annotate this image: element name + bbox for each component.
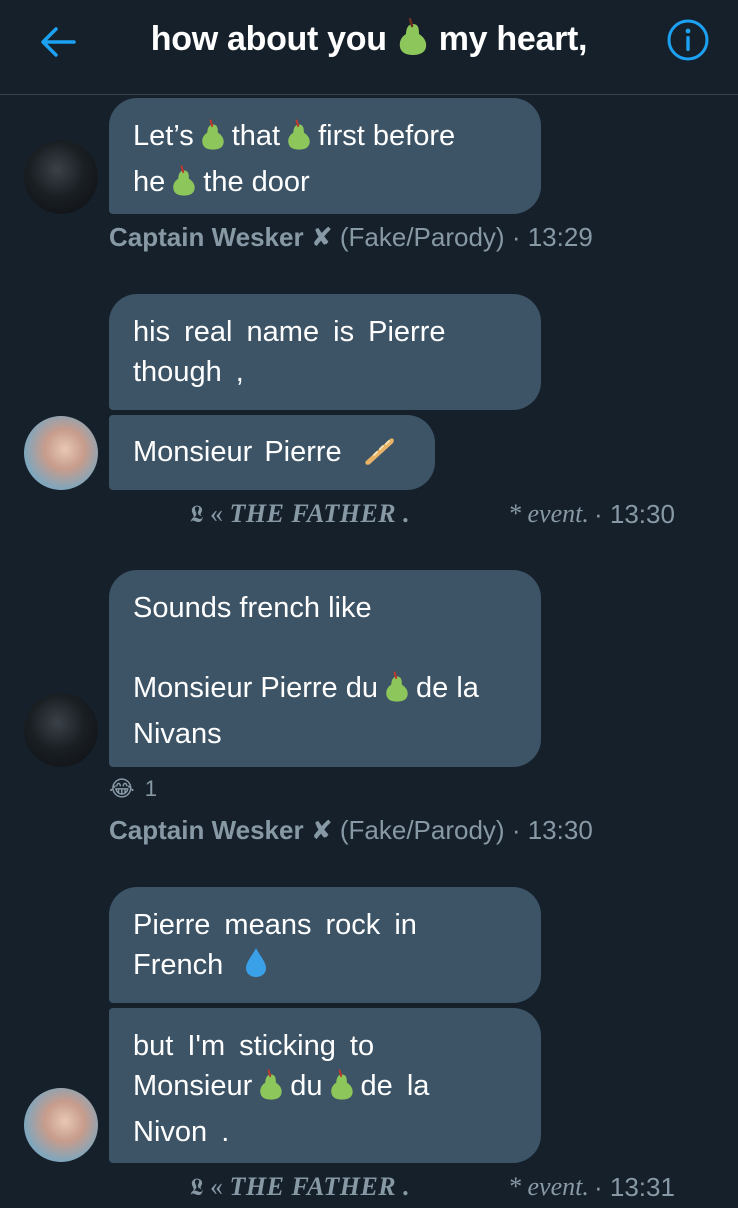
sender-name[interactable]: Captain Wesker [109,815,304,845]
message-text: the door [203,166,310,198]
emblem-icon: 𝕷 [190,502,205,528]
sender-tag: (Fake/Parody) [339,222,505,252]
message-text: but I'm sticking to [133,1030,375,1062]
quote-mark: « [210,1172,224,1201]
reaction-count: 1 [144,776,157,801]
emblem-icon: 𝕷 [190,1175,205,1201]
message-text: Monsieur Pierre [133,436,342,468]
message-text: de la [360,1070,430,1102]
message-text: he [133,166,166,198]
info-button[interactable] [664,16,712,64]
message-bubble[interactable]: his real name is Pierre though , [109,294,541,410]
sender-name[interactable]: Captain Wesker [109,222,304,252]
pear-icon [329,1069,355,1112]
title-part-1: how about you [150,20,387,58]
message-text: Nivon . [133,1116,230,1148]
message-bubble[interactable]: Let’s that first before he the door [109,98,541,214]
sender-name-text: THE FATHER . [229,1172,411,1201]
message-text: de la [416,672,479,704]
timestamp: · 13:30 [511,815,593,845]
message-text: Nivans [133,718,222,750]
pear-icon [200,119,226,162]
sender-name[interactable]: 𝕷 «THE FATHER . [190,499,410,529]
pear-icon [397,17,429,70]
baguette-icon [362,435,396,476]
message-text: Pierre means rock in [133,909,417,941]
sender-name[interactable]: 𝕷 «THE FATHER . [190,1172,410,1202]
conversation-title: how about you my heart, [0,14,738,70]
message-text: that [231,120,281,152]
avatar-the-father[interactable] [24,416,98,490]
message-text: du [290,1070,323,1102]
cross-badge-icon: ✘ [310,815,333,845]
message-meta: Captain Wesker ✘ (Fake/Parody) · 13:29 [109,222,593,253]
pear-icon [384,671,410,714]
pear-icon [171,165,197,208]
pear-icon [286,119,312,162]
avatar-captain-wesker[interactable] [24,140,98,214]
message-bubble[interactable]: Monsieur Pierre [109,415,435,490]
message-meta: 𝕷 «THE FATHER . * event. · 13:31 [190,1172,690,1208]
message-text: French [133,949,224,981]
avatar-captain-wesker[interactable] [24,693,98,767]
message-bubble[interactable]: Sounds french like Monsieur Pierre du de … [109,570,541,767]
reaction-badge[interactable]: 😂 1 [109,774,157,804]
message-text: first before [318,120,456,152]
quote-mark: « [210,499,224,528]
timestamp: · 13:29 [511,222,593,252]
message-bubble[interactable]: but I'm sticking to Monsieur du de la Nivo… [109,1008,541,1163]
message-meta: Captain Wesker ✘ (Fake/Parody) · 13:30 [109,815,593,846]
pear-icon [258,1069,284,1112]
sender-name-text: THE FATHER . [229,499,411,528]
message-text: Sounds french like [133,592,372,624]
avatar-the-father[interactable] [24,1088,98,1162]
droplet-icon [243,946,269,989]
timestamp: · 13:31 [594,1172,675,1202]
cross-badge-icon: ✘ [310,222,333,252]
title-part-2: my heart, [438,20,588,58]
message-text: Let’s [133,120,194,152]
message-meta: 𝕷 «THE FATHER . * event. · 13:30 [190,499,690,535]
timestamp: · 13:30 [594,499,675,529]
message-text: Monsieur [133,1070,253,1102]
info-circle-icon [667,19,709,61]
conversation-header: how about you my heart, [0,0,738,95]
laughing-emoji-icon: 😂 [109,776,135,801]
sender-tag: * event. [508,499,589,528]
message-text: his real name is Pierre though , [133,316,446,388]
message-bubble[interactable]: Pierre means rock in French [109,887,541,1003]
sender-tag: (Fake/Parody) [339,815,505,845]
message-text: Monsieur Pierre du [133,672,378,704]
sender-tag: * event. [508,1172,589,1201]
